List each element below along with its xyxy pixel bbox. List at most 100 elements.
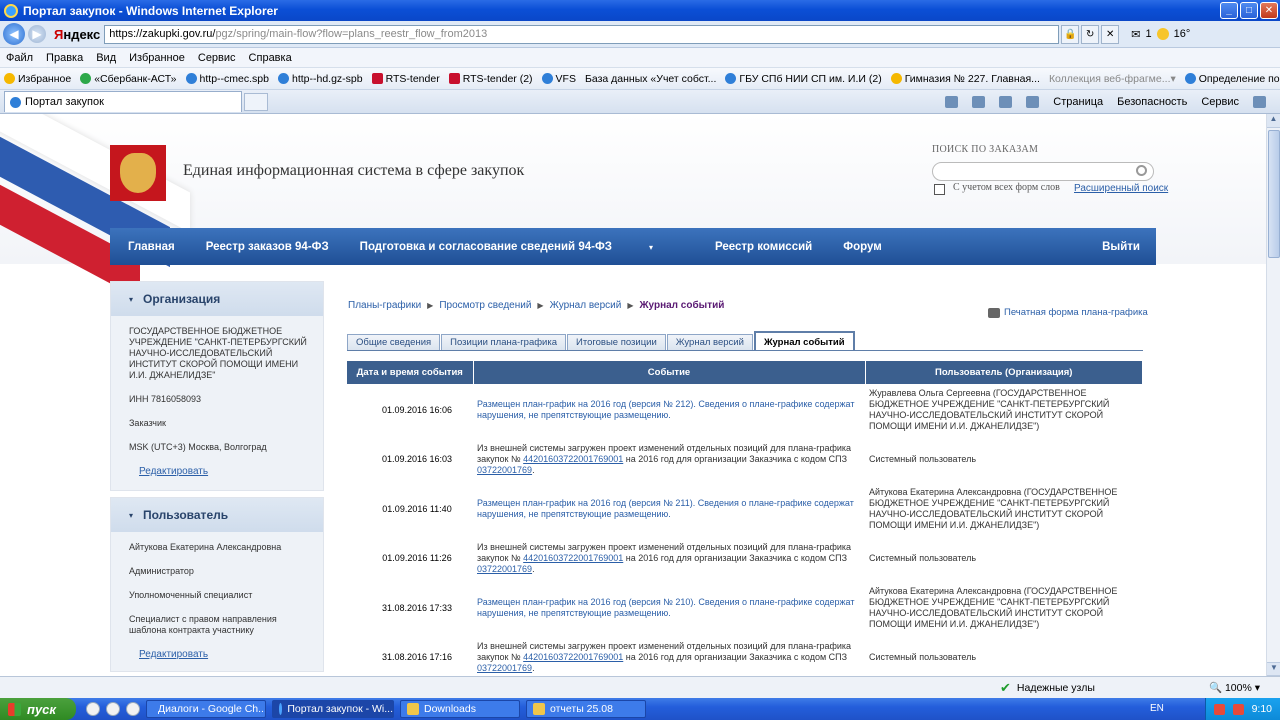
breadcrumb-versions[interactable]: Журнал версий: [550, 300, 622, 311]
close-button[interactable]: ✕: [1260, 2, 1278, 19]
maximize-button[interactable]: □: [1240, 2, 1258, 19]
zoom-level[interactable]: 🔍 100% ▾: [1209, 681, 1260, 694]
minimize-button[interactable]: _: [1220, 2, 1238, 19]
tab-totals[interactable]: Итоговые позиции: [567, 334, 666, 351]
page-menu[interactable]: Страница: [1053, 96, 1103, 108]
word-forms-checkbox[interactable]: [934, 184, 945, 195]
breadcrumb-view[interactable]: Просмотр сведений: [439, 300, 531, 311]
web-page: Единая информационная система в сфере за…: [0, 114, 1266, 676]
scroll-down-icon[interactable]: ▼: [1267, 662, 1280, 676]
lock-icon[interactable]: 🔒: [1061, 24, 1080, 44]
search-icon[interactable]: [1136, 165, 1147, 176]
print-icon[interactable]: [1026, 95, 1040, 108]
help-icon[interactable]: [1253, 95, 1266, 108]
logout-link[interactable]: Выйти: [1102, 241, 1140, 253]
menu-edit[interactable]: Правка: [46, 52, 83, 64]
chrome-icon[interactable]: [86, 702, 100, 716]
organization-role: Заказчик: [129, 418, 166, 428]
tab-positions[interactable]: Позиции плана-графика: [441, 334, 567, 351]
home-icon[interactable]: [945, 95, 959, 108]
event-date: 01.09.2016 11:26: [382, 553, 452, 563]
scroll-up-icon[interactable]: ▲: [1267, 114, 1280, 128]
menu-help[interactable]: Справка: [249, 52, 292, 64]
favorite-link[interactable]: RTS-tender (2): [448, 73, 533, 85]
scroll-thumb[interactable]: [1268, 130, 1280, 258]
event-user: Айтукова Екатерина Александровна (ГОСУДА…: [869, 586, 1118, 629]
browser-tab[interactable]: Портал закупок: [4, 91, 242, 112]
plan-number-link[interactable]: 44201603722001769001: [523, 553, 623, 563]
event-publish-link[interactable]: Размещен план-график на 2016 год (версия…: [473, 582, 865, 634]
spz-code-link[interactable]: 03722001769: [477, 564, 532, 574]
forward-button[interactable]: ▶: [28, 25, 46, 43]
menu-favorites[interactable]: Избранное: [129, 52, 185, 64]
search-input[interactable]: [932, 162, 1154, 181]
nav-forum[interactable]: Форум: [843, 241, 881, 253]
nav-commissions[interactable]: Реестр комиссий: [715, 241, 812, 253]
menu-file[interactable]: Файл: [6, 52, 33, 64]
column-header-date[interactable]: Дата и время события: [347, 361, 474, 384]
plan-number-link[interactable]: 44201603722001769001: [523, 652, 623, 662]
refresh-icon[interactable]: ↻: [1081, 24, 1100, 44]
favorites-button[interactable]: Избранное: [4, 73, 71, 85]
nav-home[interactable]: Главная: [128, 241, 175, 253]
plan-number-link[interactable]: 44201603722001769001: [523, 454, 623, 464]
favorite-link[interactable]: RTS-tender: [371, 73, 440, 85]
tab-general[interactable]: Общие сведения: [347, 334, 441, 351]
print-form-link[interactable]: Печатная форма плана-графика: [988, 307, 1148, 318]
nav-orders-registry[interactable]: Реестр заказов 94-ФЗ: [206, 241, 329, 253]
favorite-link[interactable]: Определение поставщика: [1184, 73, 1280, 85]
star-icon: [4, 73, 15, 84]
address-input[interactable]: https://zakupki.gov.ru/pgz/spring/main-f…: [104, 24, 1060, 44]
menu-view[interactable]: Вид: [96, 52, 116, 64]
word-forms-label: С учетом всех форм слов: [953, 182, 1060, 193]
taskbar-item[interactable]: отчеты 25.08: [526, 700, 646, 718]
tab-versions[interactable]: Журнал версий: [666, 334, 753, 351]
event-publish-link[interactable]: Размещен план-график на 2016 год (версия…: [473, 483, 865, 535]
language-indicator[interactable]: EN: [1150, 703, 1164, 714]
taskbar-item[interactable]: Портал закупок - Wi...: [272, 700, 394, 718]
column-header-event[interactable]: Событие: [473, 361, 866, 384]
coat-of-arms-logo[interactable]: [110, 145, 166, 201]
back-button[interactable]: ◀: [3, 23, 25, 45]
security-menu[interactable]: Безопасность: [1117, 96, 1187, 108]
favorite-link[interactable]: Гимназия № 227. Главная...: [890, 73, 1040, 85]
favicon-icon: [371, 73, 383, 84]
weather-widget[interactable]: ✉ 1 16°: [1131, 28, 1190, 41]
favorite-link[interactable]: «Сбербанк-АСТ»: [80, 73, 177, 85]
breadcrumb-plans[interactable]: Планы-графики: [348, 300, 421, 311]
nav-preparation[interactable]: Подготовка и согласование сведений 94-ФЗ…: [360, 241, 684, 253]
new-tab-button[interactable]: [244, 92, 268, 111]
favorite-link[interactable]: ГБУ СПб НИИ СП им. И.И (2): [725, 73, 882, 85]
vertical-scrollbar[interactable]: ▲ ▼: [1266, 114, 1280, 676]
mail-icon[interactable]: [999, 95, 1013, 108]
advanced-search-link[interactable]: Расширенный поиск: [1074, 183, 1168, 194]
menu-tools[interactable]: Сервис: [198, 52, 236, 64]
event-publish-link[interactable]: Размещен план-график на 2016 год (версия…: [473, 384, 865, 436]
favorite-link[interactable]: База данных «Учет собст...: [585, 73, 716, 85]
user-heading[interactable]: ▾ Пользователь: [111, 498, 323, 532]
yandex-logo: Яндекс: [54, 26, 101, 42]
browser-icon[interactable]: [126, 702, 140, 716]
edit-user-link[interactable]: Редактировать: [139, 649, 313, 660]
favorite-link[interactable]: VFS: [541, 73, 576, 85]
rss-icon[interactable]: [972, 95, 986, 108]
taskbar-item[interactable]: Диалоги - Google Ch...: [146, 700, 266, 718]
favorite-link[interactable]: http--cmec.spb: [185, 73, 269, 85]
security-zone[interactable]: ✔ Надежные узлы: [1000, 680, 1095, 696]
organization-heading[interactable]: ▾ Организация: [111, 282, 323, 316]
start-button[interactable]: пуск: [0, 698, 76, 720]
tools-menu[interactable]: Сервис: [1201, 96, 1239, 108]
favorite-link[interactable]: Коллекция веб-фрагме... ▾: [1049, 73, 1176, 85]
favorite-link[interactable]: http--hd.gz-spb: [277, 73, 363, 85]
spz-code-link[interactable]: 03722001769: [477, 663, 532, 673]
taskbar-item[interactable]: Downloads: [400, 700, 520, 718]
ie-icon[interactable]: [106, 702, 120, 716]
column-header-user[interactable]: Пользователь (Организация): [865, 361, 1143, 384]
spz-code-link[interactable]: 03722001769: [477, 465, 532, 475]
tab-events[interactable]: Журнал событий: [753, 331, 855, 351]
stop-icon[interactable]: ✕: [1101, 24, 1120, 44]
tray-icon[interactable]: [1232, 703, 1244, 715]
tray-icon[interactable]: [1213, 703, 1225, 715]
event-date: 31.08.2016 17:16: [381, 652, 453, 662]
edit-organization-link[interactable]: Редактировать: [139, 466, 313, 477]
